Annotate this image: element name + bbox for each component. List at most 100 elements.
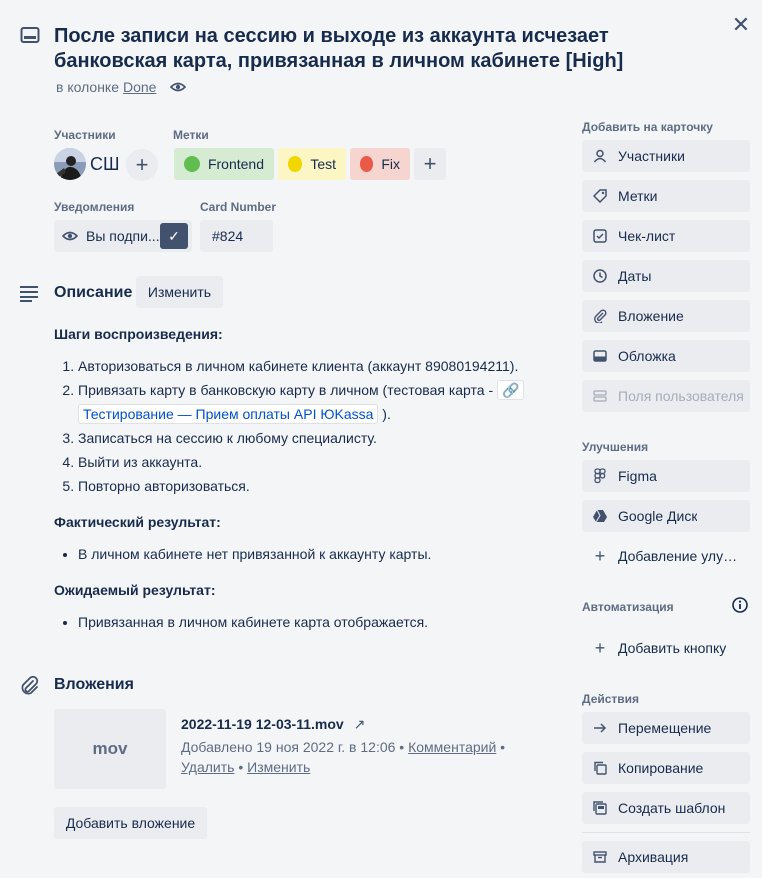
steps-heading: Шаги воспроизведения: xyxy=(54,326,223,342)
card-number-label: Card Number xyxy=(200,200,277,214)
cover-button[interactable]: Обложка xyxy=(582,340,750,372)
external-link-icon[interactable]: ↗ xyxy=(354,716,366,732)
person-icon xyxy=(592,148,608,164)
label-test[interactable]: Test xyxy=(278,148,346,180)
actual-heading: Фактический результат: xyxy=(54,514,221,530)
template-icon xyxy=(592,800,608,816)
attachment-edit-link[interactable]: Изменить xyxy=(247,759,310,775)
button-label: Google Диск xyxy=(618,508,698,524)
list-item: Привязать карту в банковскую карту в лич… xyxy=(78,378,570,426)
check-icon[interactable]: ✓ xyxy=(160,223,188,249)
figma-button[interactable]: Figma xyxy=(582,460,750,492)
attachment-file-name: 2022-11-19 12-03-11.mov xyxy=(181,716,344,732)
members-button[interactable]: Участники xyxy=(582,140,750,172)
card-title[interactable]: После записи на сессию и выходе из аккау… xyxy=(54,24,724,74)
list-item: Повторно авторизоваться. xyxy=(78,474,570,498)
button-label: Обложка xyxy=(618,348,676,364)
add-automation-button[interactable]: + Добавить кнопку xyxy=(582,632,750,664)
member-initials[interactable]: СШ xyxy=(90,154,120,175)
attachment-thumbnail[interactable]: mov xyxy=(54,709,166,789)
button-label: Архивация xyxy=(618,849,689,865)
button-label: Добавление улучшений xyxy=(618,548,744,564)
list-item: В личном кабинете нет привязанной к акка… xyxy=(78,542,570,566)
button-label: Чек-лист xyxy=(618,228,676,244)
button-label: Даты xyxy=(618,268,652,284)
avatar[interactable] xyxy=(54,148,86,180)
attachment-meta: Добавлено 19 ноя 2022 г. в 12:06 • Комме… xyxy=(181,739,506,775)
attachment-comment-link[interactable]: Комментарий xyxy=(408,739,496,755)
figma-icon xyxy=(592,468,608,484)
label-dot xyxy=(360,156,374,172)
expected-list: Привязанная в личном кабинете карта отоб… xyxy=(54,610,570,634)
dates-button[interactable]: Даты xyxy=(582,260,750,292)
make-template-button[interactable]: Создать шаблон xyxy=(582,792,750,824)
button-label: Копирование xyxy=(618,760,704,776)
move-button[interactable]: Перемещение xyxy=(582,712,750,744)
attachments-title: Вложения xyxy=(54,676,134,693)
close-icon[interactable]: ✕ xyxy=(728,12,754,38)
description-title: Описание xyxy=(54,284,133,301)
attachment-button[interactable]: Вложение xyxy=(582,300,750,332)
add-label-button[interactable]: + xyxy=(414,148,446,180)
archive-icon xyxy=(592,849,608,865)
plus-icon: + xyxy=(594,545,606,566)
steps-list: Авторизоваться в личном кабинете клиента… xyxy=(54,354,570,498)
powerups-heading: Улучшения xyxy=(582,440,649,454)
paperclip-icon xyxy=(18,674,40,696)
button-label: Figma xyxy=(618,468,657,484)
custom-fields-button[interactable]: Поля пользователя xyxy=(582,380,750,412)
column-info: в колонке Done xyxy=(56,79,156,95)
copy-icon xyxy=(592,760,608,776)
label-name: Fix xyxy=(381,156,400,172)
card-icon xyxy=(20,26,40,44)
column-prefix: в колонке xyxy=(56,79,119,95)
label-name: Frontend xyxy=(207,156,264,172)
label-frontend[interactable]: Frontend xyxy=(174,148,274,180)
watch-label: Вы подпи... xyxy=(86,228,160,244)
info-icon[interactable] xyxy=(732,597,748,613)
cover-icon xyxy=(592,348,608,364)
step-tail: ). xyxy=(378,406,391,422)
tag-icon xyxy=(592,188,608,204)
column-link[interactable]: Done xyxy=(123,79,156,95)
label-dot xyxy=(288,156,303,172)
labels-label: Метки xyxy=(173,128,209,142)
button-label: Участники xyxy=(618,148,685,164)
add-member-button[interactable]: + xyxy=(126,149,158,181)
watch-eye-icon[interactable] xyxy=(169,80,187,94)
actual-list: В личном кабинете нет привязанной к акка… xyxy=(54,542,570,566)
automation-heading: Автоматизация xyxy=(582,600,674,614)
labels-button[interactable]: Метки xyxy=(582,180,750,212)
add-attachment-button[interactable]: Добавить вложение xyxy=(54,807,207,839)
link-icon: 🔗 xyxy=(502,382,520,398)
custom-fields-icon xyxy=(592,388,608,404)
add-powerup-button[interactable]: + Добавление улучшений xyxy=(582,540,750,572)
button-label: Поля пользователя xyxy=(618,388,744,404)
plus-icon: + xyxy=(594,637,606,658)
list-item: Выйти из аккаунта. xyxy=(78,450,570,474)
attachment-delete-link[interactable]: Удалить xyxy=(181,759,234,775)
clock-icon xyxy=(592,268,608,284)
members-label: Участники xyxy=(54,128,116,142)
google-drive-button[interactable]: Google Диск xyxy=(582,500,750,532)
description-body[interactable]: Шаги воспроизведения: Авторизоваться в л… xyxy=(54,322,570,646)
checkbox-icon xyxy=(592,228,608,244)
paperclip-icon xyxy=(592,308,608,324)
edit-description-button[interactable]: Изменить xyxy=(136,276,223,308)
archive-button[interactable]: Архивация xyxy=(582,841,750,873)
label-fix[interactable]: Fix xyxy=(350,148,410,180)
button-label: Метки xyxy=(618,188,658,204)
button-label: Вложение xyxy=(618,308,684,324)
checklist-button[interactable]: Чек-лист xyxy=(582,220,750,252)
add-to-card-heading: Добавить на карточку xyxy=(582,120,713,134)
attachment-name[interactable]: 2022-11-19 12-03-11.mov ↗ xyxy=(181,716,365,733)
label-dot xyxy=(184,156,200,172)
google-drive-icon xyxy=(592,508,608,524)
attachment-added: Добавлено 19 ноя 2022 г. в 12:06 xyxy=(181,739,396,755)
link-text: Тестирование — Прием оплаты API ЮKassa xyxy=(83,406,374,422)
card-number-field[interactable]: #824 xyxy=(200,220,273,252)
notifications-label: Уведомления xyxy=(54,200,135,214)
copy-button[interactable]: Копирование xyxy=(582,752,750,784)
list-item: Привязанная в личном кабинете карта отоб… xyxy=(78,610,570,634)
eye-icon xyxy=(62,229,78,243)
